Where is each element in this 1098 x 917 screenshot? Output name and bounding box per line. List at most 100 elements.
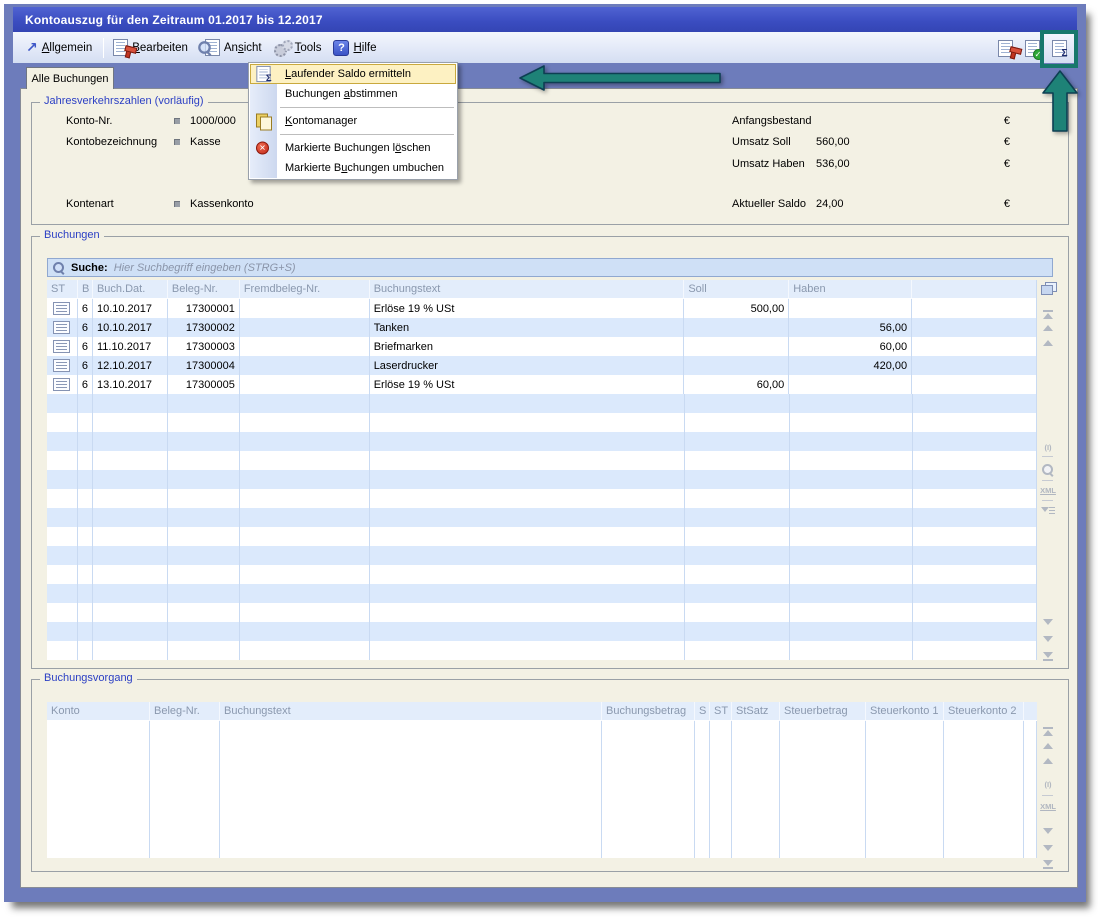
annotation-arrow-left — [518, 64, 722, 92]
menu-item-kontomanager[interactable]: Kontomanager — [250, 111, 456, 131]
menu-separator — [280, 107, 454, 108]
menu-allgemein-label: Allgemein — [42, 42, 93, 54]
column-header[interactable]: ST — [710, 702, 732, 721]
menu-item-buchungen-umbuchen[interactable]: Markierte Buchungen umbuchen — [250, 158, 456, 178]
cell-date: 10.10.2017 — [93, 299, 168, 318]
column-header[interactable]: B — [78, 280, 93, 299]
empty-rows — [47, 394, 1036, 660]
process-side-toolbar: (I) XML — [1039, 721, 1057, 866]
scroll-down-icon[interactable] — [1042, 845, 1054, 851]
scroll-down-icon[interactable] — [1042, 636, 1054, 642]
cell-fremd — [240, 318, 370, 337]
total-label: Umsatz Soll — [732, 134, 791, 150]
column-header[interactable]: Haben — [789, 280, 912, 299]
sigma-document-icon: Σ — [256, 66, 270, 82]
record-indicator-icon[interactable]: (I) — [1039, 443, 1057, 452]
column-header[interactable]: Buchungstext — [370, 280, 685, 299]
edit-toolbar-button[interactable] — [993, 36, 1017, 60]
bookings-section: Buchungen Suche: ST B Buch.Dat. Beleg-Nr… — [31, 236, 1069, 669]
filter-icon[interactable] — [1041, 506, 1055, 516]
zoom-icon[interactable] — [1041, 463, 1054, 479]
titlebar[interactable]: Kontoauszug für den Zeitraum 01.2017 bis… — [13, 7, 1077, 32]
record-grid-icon[interactable] — [53, 321, 70, 334]
booking-row[interactable]: 6 12.10.2017 17300004 Laserdrucker 420,0… — [47, 356, 1036, 375]
main-panel: Jahresverkehrszahlen (vorläufig) Konto-N… — [20, 88, 1078, 888]
record-indicator-icon[interactable]: (I) — [1039, 780, 1057, 789]
column-header[interactable]: Buch.Dat. — [93, 280, 168, 299]
menu-item-laufender-saldo[interactable]: Σ Laufender Saldo ermitteln — [250, 64, 456, 84]
cell-soll — [684, 337, 789, 356]
scroll-bottom-icon[interactable] — [1042, 652, 1054, 662]
delete-icon: ✕ — [256, 142, 269, 155]
menu-item-buchungen-abstimmen[interactable]: Buchungen abstimmen — [250, 84, 456, 104]
record-grid-icon[interactable] — [53, 340, 70, 353]
search-icon — [52, 261, 65, 274]
currency-symbol: € — [1004, 196, 1010, 212]
bullet-icon — [174, 201, 180, 207]
process-table-body — [47, 721, 1037, 858]
window-title: Kontoauszug für den Zeitraum 01.2017 bis… — [25, 13, 323, 27]
column-header[interactable]: Soll — [684, 280, 789, 299]
currency-symbol: € — [1004, 156, 1010, 172]
search-input[interactable] — [114, 262, 1052, 274]
record-grid-icon[interactable] — [53, 378, 70, 391]
column-header[interactable]: Beleg-Nr. — [150, 702, 220, 721]
booking-row[interactable]: 6 10.10.2017 17300002 Tanken 56,00 — [47, 318, 1036, 337]
scroll-down-page-icon[interactable] — [1042, 828, 1054, 834]
scroll-top-icon[interactable] — [1042, 309, 1054, 319]
booking-row[interactable]: 6 11.10.2017 17300003 Briefmarken 60,00 — [47, 337, 1036, 356]
cell-fremd — [240, 375, 370, 394]
column-header[interactable]: Steuerkonto 1 — [866, 702, 944, 721]
xml-export-icon[interactable]: XML — [1039, 802, 1057, 811]
menu-allgemein[interactable]: ↗ Allgemein — [21, 39, 99, 57]
menu-hilfe[interactable]: ? Hilfe — [328, 37, 383, 59]
menu-item-buchungen-loeschen[interactable]: ✕ Markierte Buchungen löschen — [250, 138, 456, 158]
menu-bearbeiten[interactable]: Bearbeiten — [108, 36, 195, 59]
total-value: 24,00 — [816, 196, 986, 212]
cell-date: 10.10.2017 — [93, 318, 168, 337]
cell-b: 6 — [78, 356, 93, 375]
column-header[interactable]: Beleg-Nr. — [168, 280, 240, 299]
tab-alle-buchungen[interactable]: Alle Buchungen — [26, 67, 114, 89]
cell-text: Erlöse 19 % USt — [370, 299, 685, 318]
menu-tools[interactable]: Tools — [269, 37, 329, 58]
scroll-up-page-icon[interactable] — [1042, 758, 1054, 764]
menu-hilfe-label: Hilfe — [353, 42, 376, 54]
menu-tools-label: Tools — [295, 42, 322, 54]
record-grid-icon[interactable] — [53, 359, 70, 372]
running-balance-toolbar-button[interactable]: Σ — [1047, 36, 1071, 60]
cell-b: 6 — [78, 375, 93, 394]
booking-row[interactable]: 6 13.10.2017 17300005 Erlöse 19 % USt 60… — [47, 375, 1036, 394]
total-value: 560,00 — [816, 134, 986, 150]
cell-haben — [789, 299, 912, 318]
overview-legend: Jahresverkehrszahlen (vorläufig) — [40, 95, 208, 107]
cell-soll: 500,00 — [684, 299, 789, 318]
menu-ansicht[interactable]: Ansicht — [195, 36, 269, 60]
currency-symbol: € — [1004, 134, 1010, 150]
column-header[interactable]: Steuerkonto 2 — [944, 702, 1024, 721]
bookings-legend: Buchungen — [40, 229, 104, 241]
column-header[interactable]: Buchungsbetrag — [602, 702, 695, 721]
column-header[interactable]: Konto — [47, 702, 150, 721]
column-header[interactable]: Buchungstext — [220, 702, 602, 721]
cell-soll — [684, 356, 789, 375]
scroll-up-page-icon[interactable] — [1042, 340, 1054, 346]
column-header[interactable]: StSatz — [732, 702, 780, 721]
record-grid-icon[interactable] — [53, 302, 70, 315]
column-chooser-icon[interactable] — [1041, 282, 1055, 294]
search-label: Suche: — [71, 262, 108, 274]
column-header[interactable]: Fremdbeleg-Nr. — [240, 280, 370, 299]
column-header[interactable]: Steuerbetrag — [780, 702, 866, 721]
scroll-down-page-icon[interactable] — [1042, 619, 1054, 625]
scroll-top-icon[interactable] — [1042, 726, 1054, 736]
app-window: Kontoauszug für den Zeitraum 01.2017 bis… — [4, 4, 1086, 902]
booking-row[interactable]: 6 10.10.2017 17300001 Erlöse 19 % USt 50… — [47, 299, 1036, 318]
process-legend: Buchungsvorgang — [40, 672, 137, 684]
scroll-up-icon[interactable] — [1042, 743, 1054, 749]
column-header[interactable]: ST — [47, 280, 78, 299]
scroll-bottom-icon[interactable] — [1042, 860, 1054, 870]
cell-haben — [789, 375, 912, 394]
column-header[interactable]: S — [695, 702, 710, 721]
scroll-up-icon[interactable] — [1042, 325, 1054, 331]
xml-export-icon[interactable]: XML — [1039, 486, 1057, 495]
